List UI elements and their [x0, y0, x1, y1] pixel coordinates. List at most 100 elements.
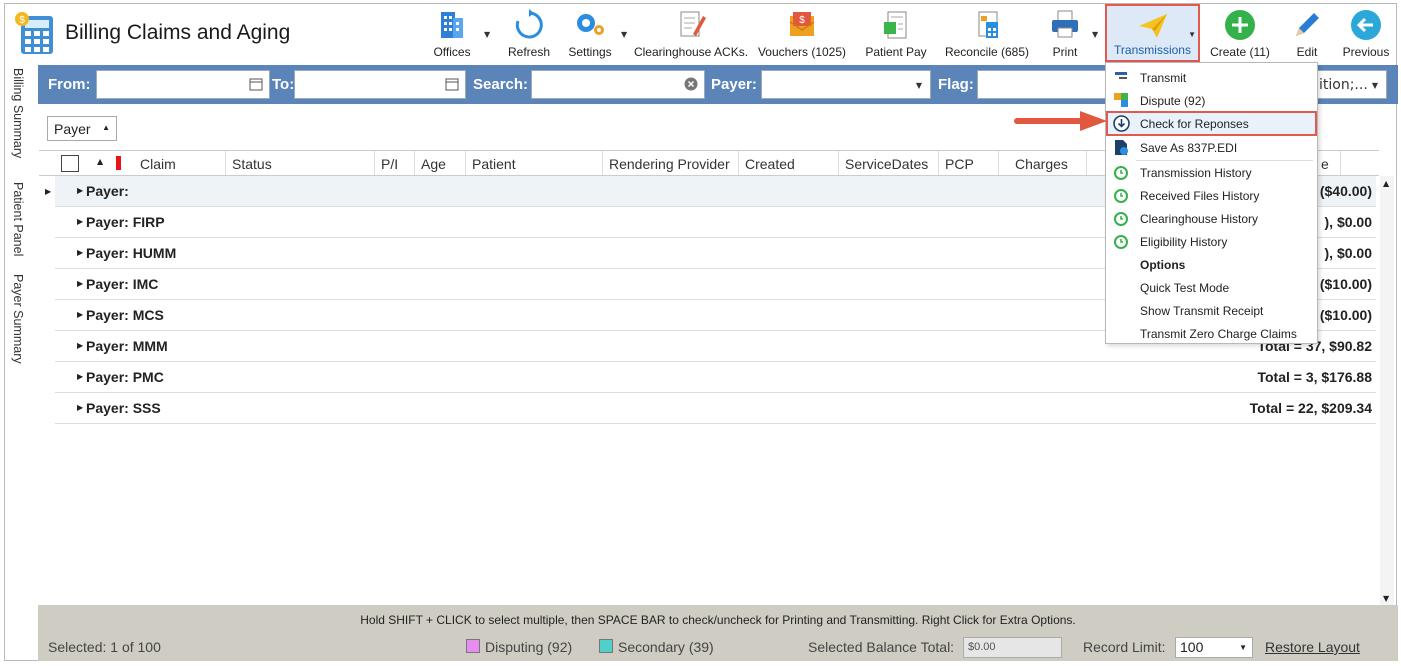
tab-payer-summary[interactable]: Payer Summary — [11, 274, 25, 364]
clock-icon — [1114, 212, 1128, 226]
search-label: Search: — [473, 76, 529, 93]
previous-button[interactable]: Previous — [1341, 4, 1391, 62]
clock-icon — [1114, 189, 1128, 203]
column-header-pcp[interactable]: PCP — [939, 151, 999, 175]
group-row[interactable]: ▶ Payer: SSS Total = 22, $209.34 — [55, 393, 1376, 424]
column-header-service-dates[interactable]: ServiceDates — [839, 151, 939, 175]
column-header-claim[interactable]: Claim — [134, 151, 226, 175]
offices-button[interactable]: Offices — [429, 4, 475, 62]
transmissions-menu: Transmit Dispute (92) Check for Reponses… — [1105, 62, 1318, 344]
menu-item-save-837p[interactable]: Save As 837P.EDI — [1106, 136, 1317, 159]
payer-select[interactable]: ▼ — [761, 70, 931, 99]
send-icon — [1115, 72, 1127, 79]
settings-dropdown-icon[interactable]: ▼ — [621, 30, 627, 39]
expand-icon[interactable]: ▶ — [77, 341, 83, 350]
flag-label: Flag: — [938, 76, 974, 93]
scroll-up-icon[interactable]: ▲ — [1383, 179, 1389, 188]
menu-item-transmission-history[interactable]: Transmission History — [1106, 161, 1317, 184]
calculator-icon — [978, 11, 998, 38]
create-button[interactable]: Create (11) — [1205, 4, 1275, 62]
expand-icon[interactable]: ▶ — [77, 403, 83, 412]
to-date-input[interactable] — [294, 70, 466, 99]
clearinghouse-acks-button[interactable]: Clearinghouse ACKs. — [634, 4, 748, 62]
menu-item-clearinghouse-history[interactable]: Clearinghouse History — [1106, 207, 1317, 230]
building-icon — [441, 12, 463, 38]
restore-layout-link[interactable]: Restore Layout — [1265, 639, 1360, 655]
reconcile-button[interactable]: Reconcile (685) — [943, 4, 1031, 62]
flag-select[interactable] — [977, 70, 1107, 99]
expand-icon[interactable]: ▶ — [77, 186, 83, 195]
expand-icon[interactable]: ▶ — [77, 217, 83, 226]
svg-text:$: $ — [799, 15, 805, 26]
column-header-status[interactable]: Status — [226, 151, 375, 175]
tab-billing-summary[interactable]: Billing Summary — [11, 68, 25, 158]
group-row[interactable]: ▶ Payer: PMC Total = 3, $176.88 — [55, 362, 1376, 393]
menu-item-quick-test-mode[interactable]: Quick Test Mode — [1106, 276, 1317, 299]
menu-item-eligibility-history[interactable]: Eligibility History — [1106, 230, 1317, 253]
arrow-left-circle-icon — [1351, 10, 1381, 40]
offices-dropdown-icon[interactable]: ▼ — [484, 30, 490, 39]
menu-header-options: Options — [1140, 258, 1186, 272]
clock-icon — [1114, 166, 1128, 180]
menu-item-show-transmit-receipt[interactable]: Show Transmit Receipt — [1106, 299, 1317, 322]
location-select[interactable]: ition;... ▼ — [1316, 70, 1387, 99]
print-dropdown-icon[interactable]: ▼ — [1092, 30, 1098, 39]
expand-icon[interactable]: ▶ — [77, 279, 83, 288]
expand-icon[interactable]: ▶ — [77, 310, 83, 319]
select-all-checkbox[interactable] — [61, 155, 79, 172]
gear-icon — [577, 14, 604, 35]
menu-item-dispute[interactable]: Dispute (92) — [1106, 89, 1317, 112]
selection-hint: Hold SHIFT + CLICK to select multiple, t… — [360, 613, 1076, 627]
column-header-rendering-provider[interactable]: Rendering Provider — [603, 151, 739, 175]
flag-column-icon — [116, 156, 121, 170]
clear-icon[interactable] — [684, 77, 698, 91]
calculator-logo-icon: $ — [15, 12, 53, 54]
column-header-patient[interactable]: Patient — [466, 151, 603, 175]
menu-item-received-files-history[interactable]: Received Files History — [1106, 184, 1317, 207]
group-by-chip[interactable]: Payer ▲ — [47, 116, 117, 141]
payer-label: Payer: — [711, 76, 757, 93]
vertical-scrollbar[interactable]: ▲ ▼ — [1380, 176, 1394, 606]
column-header-pi[interactable]: P/I — [375, 151, 415, 175]
secondary-legend: Secondary (39) — [618, 639, 714, 655]
sort-up-icon[interactable]: ▲ — [97, 157, 103, 166]
patient-pay-button[interactable]: Patient Pay — [861, 4, 931, 62]
column-header-charges[interactable]: Charges — [999, 151, 1087, 175]
dispute-icon — [1114, 93, 1128, 107]
tab-patient-panel[interactable]: Patient Panel — [11, 182, 25, 256]
document-edit-icon — [680, 11, 706, 37]
calendar-icon[interactable] — [249, 77, 263, 91]
secondary-swatch — [599, 639, 613, 653]
sort-up-icon: ▲ — [102, 123, 110, 132]
column-header-age[interactable]: Age — [415, 151, 466, 175]
expand-icon[interactable]: ▶ — [77, 372, 83, 381]
print-button[interactable]: Print — [1045, 4, 1085, 62]
transmissions-dropdown-icon[interactable]: ▼ — [1188, 30, 1196, 39]
chevron-down-icon: ▼ — [1239, 643, 1247, 652]
expand-icon[interactable]: ▶ — [77, 248, 83, 257]
annotation-arrow-icon — [1014, 111, 1107, 131]
status-footer: Hold SHIFT + CLICK to select multiple, t… — [38, 605, 1398, 661]
selected-count: Selected: 1 of 100 — [48, 639, 161, 655]
record-limit-label: Record Limit: — [1083, 639, 1166, 655]
record-limit-select[interactable]: 100 ▼ — [1175, 637, 1253, 658]
scroll-down-icon[interactable]: ▼ — [1383, 594, 1389, 603]
menu-item-check-for-responses[interactable]: Check for Reponses — [1106, 111, 1317, 136]
from-date-input[interactable] — [96, 70, 270, 99]
calendar-icon[interactable] — [445, 77, 459, 91]
disputing-legend: Disputing (92) — [485, 639, 573, 655]
chevron-down-icon: ▼ — [915, 81, 922, 90]
menu-item-transmit[interactable]: Transmit — [1106, 66, 1317, 89]
vouchers-button[interactable]: $ Vouchers (1025) — [757, 4, 847, 62]
search-input[interactable] — [531, 70, 705, 99]
header: $ Billing Claims and Aging Offices ▼ Ref… — [5, 4, 1396, 64]
column-header-created[interactable]: Created — [739, 151, 839, 175]
transmissions-button[interactable]: Transmissions ▼ — [1105, 4, 1200, 62]
menu-item-transmit-zero-charge-claims[interactable]: Transmit Zero Charge Claims — [1106, 322, 1317, 345]
file-save-icon — [1115, 140, 1128, 155]
refresh-button[interactable]: Refresh — [505, 4, 553, 62]
receipt-icon — [884, 11, 907, 39]
printer-icon — [1052, 10, 1078, 38]
settings-button[interactable]: Settings — [565, 4, 615, 62]
edit-button[interactable]: Edit — [1286, 4, 1328, 62]
